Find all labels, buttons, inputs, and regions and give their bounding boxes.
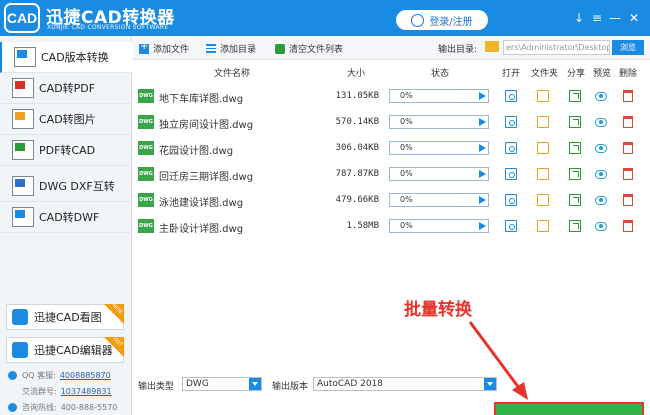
annotation-label: 批量转换 [404,300,472,320]
annotation-arrow [468,321,528,400]
app-window: CAD 迅捷CAD转换器 XUNJIE CAD CONVERSION SOFTW… [0,0,650,415]
